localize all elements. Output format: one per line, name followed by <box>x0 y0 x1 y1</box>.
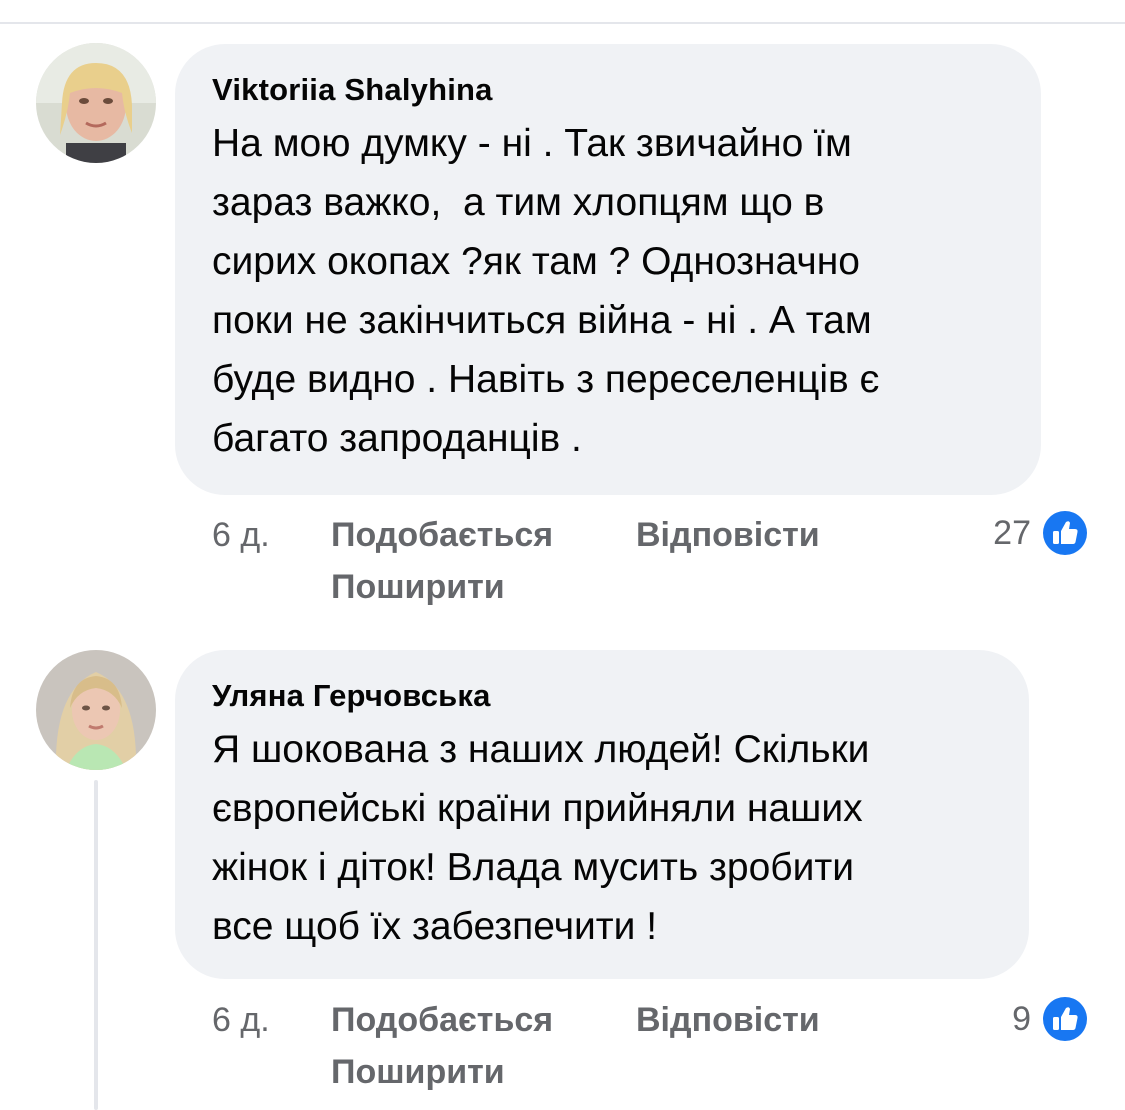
like-button[interactable]: Подобається <box>331 995 553 1045</box>
reply-button[interactable]: Відповісти <box>636 510 820 560</box>
comment-timestamp[interactable]: 6 д. <box>212 510 270 560</box>
avatar-photo <box>36 650 156 770</box>
like-thumbs-up-icon <box>1041 509 1089 557</box>
comment-timestamp[interactable]: 6 д. <box>212 995 270 1045</box>
like-button[interactable]: Подобається <box>331 510 553 560</box>
comment-text: Я шокована з наших людей! Скільки європе… <box>212 728 870 948</box>
avatar-photo <box>36 43 156 163</box>
reaction-summary[interactable]: 27 <box>993 508 1089 558</box>
share-button[interactable]: Поширити <box>331 1047 505 1097</box>
top-divider <box>0 22 1125 24</box>
comment-bubble: Viktoriia Shalyhina На мою думку - ні . … <box>175 44 1041 495</box>
reaction-count: 27 <box>993 513 1031 552</box>
avatar[interactable] <box>36 650 156 770</box>
reply-thread-line <box>94 780 98 1110</box>
comment-bubble: Уляна Герчовська Я шокована з наших люде… <box>175 650 1029 979</box>
comment-author[interactable]: Уляна Герчовська <box>212 676 999 716</box>
share-button[interactable]: Поширити <box>331 562 505 612</box>
reaction-summary[interactable]: 9 <box>1012 994 1089 1044</box>
reaction-count: 9 <box>1012 999 1031 1038</box>
comment-author[interactable]: Viktoriia Shalyhina <box>212 70 1011 110</box>
avatar[interactable] <box>36 43 156 163</box>
reply-button[interactable]: Відповісти <box>636 995 820 1045</box>
comment-text: На мою думку - ні . Так звичайно їм зара… <box>212 122 880 460</box>
like-thumbs-up-icon <box>1041 995 1089 1043</box>
